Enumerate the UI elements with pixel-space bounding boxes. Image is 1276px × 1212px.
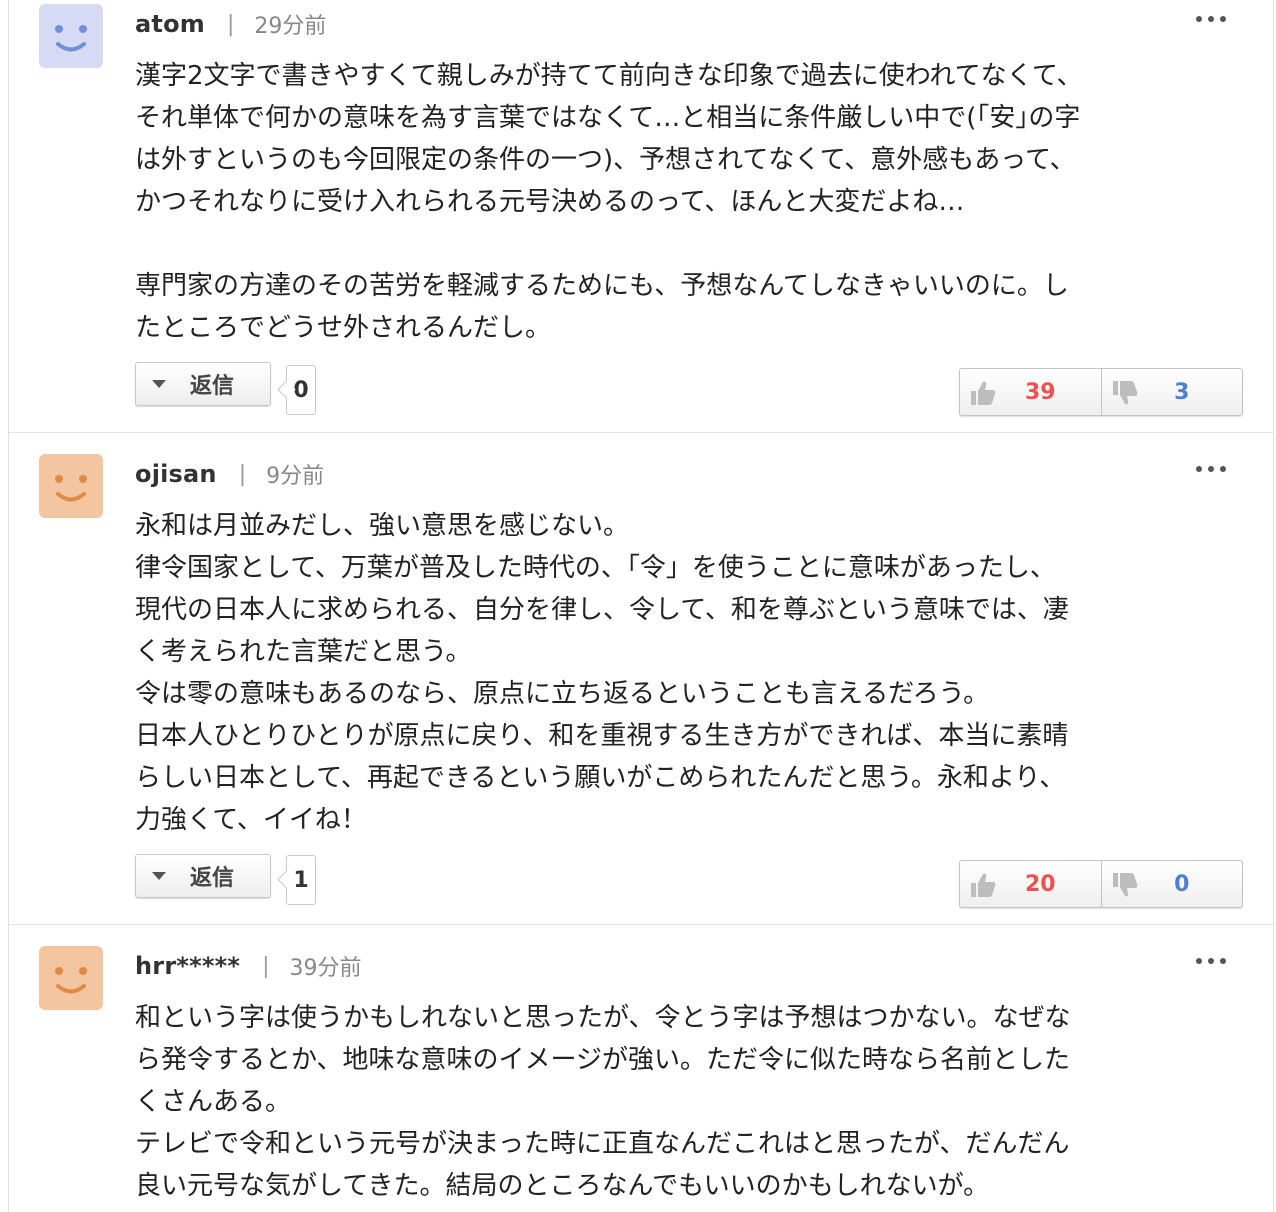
comment-body: 永和は月並みだし、強い意思を感じない。 律令国家として、万葉が普及した時代の、「… [135, 511, 1069, 835]
more-options-icon[interactable] [1193, 948, 1229, 972]
triangle-down-icon [152, 380, 166, 388]
comment-item: atom | 29分前 漢字2文字で書きやすくて親しみが持てて前向きな印象で過去… [9, 0, 1273, 433]
header-separator: | [226, 11, 235, 37]
comment-body: 漢字2文字で書きやすくて親しみが持てて前向きな印象で過去に使われてなくて、 それ… [135, 61, 1083, 343]
dislike-button[interactable]: 3 [1100, 369, 1243, 415]
triangle-down-icon [152, 872, 166, 880]
reply-button[interactable]: 返信 [135, 362, 271, 406]
comment-header: atom | 29分前 [135, 8, 326, 40]
reply-count: 0 [286, 365, 316, 415]
comment-header: ojisan | 9分前 [135, 458, 324, 490]
header-separator: | [262, 953, 270, 979]
vote-box: 39 3 [959, 368, 1243, 416]
more-options-icon[interactable] [1193, 6, 1229, 30]
post-time: 39分前 [289, 956, 362, 981]
smiley-avatar-icon[interactable] [39, 454, 103, 518]
dislike-count: 0 [1174, 871, 1190, 897]
like-count: 20 [1024, 871, 1056, 897]
comment-item: ojisan | 9分前 永和は月並みだし、強い意思を感じない。 律令国家として… [9, 450, 1273, 925]
dislike-button[interactable]: 0 [1100, 861, 1243, 907]
comment-item: hrr***** | 39分前 和という字は使うかもしれないと思ったが、令とう字… [9, 942, 1273, 1212]
like-button[interactable]: 20 [960, 861, 1101, 907]
reply-count: 1 [286, 855, 316, 905]
reply-label: 返信 [190, 374, 235, 399]
header-separator: | [238, 461, 247, 487]
smiley-avatar-icon[interactable] [39, 4, 103, 68]
comment-header: hrr***** | 39分前 [135, 950, 362, 982]
comment-feed: atom | 29分前 漢字2文字で書きやすくて親しみが持てて前向きな印象で過去… [8, 0, 1274, 1212]
comment-body: 和という字は使うかもしれないと思ったが、令とう字は予想はつかない。なぜな ら発令… [135, 1003, 1071, 1201]
author-name[interactable]: ojisan [135, 460, 217, 488]
like-button[interactable]: 39 [960, 369, 1101, 415]
post-time: 9分前 [266, 464, 325, 489]
reply-button[interactable]: 返信 [135, 854, 271, 898]
author-name[interactable]: hrr***** [135, 952, 240, 980]
reply-label: 返信 [190, 866, 235, 891]
smiley-avatar-icon[interactable] [39, 946, 103, 1010]
post-time: 29分前 [254, 14, 327, 39]
dislike-count: 3 [1174, 379, 1190, 405]
more-options-icon[interactable] [1193, 456, 1229, 480]
author-name[interactable]: atom [135, 10, 205, 38]
vote-box: 20 0 [959, 860, 1243, 908]
like-count: 39 [1024, 379, 1056, 405]
